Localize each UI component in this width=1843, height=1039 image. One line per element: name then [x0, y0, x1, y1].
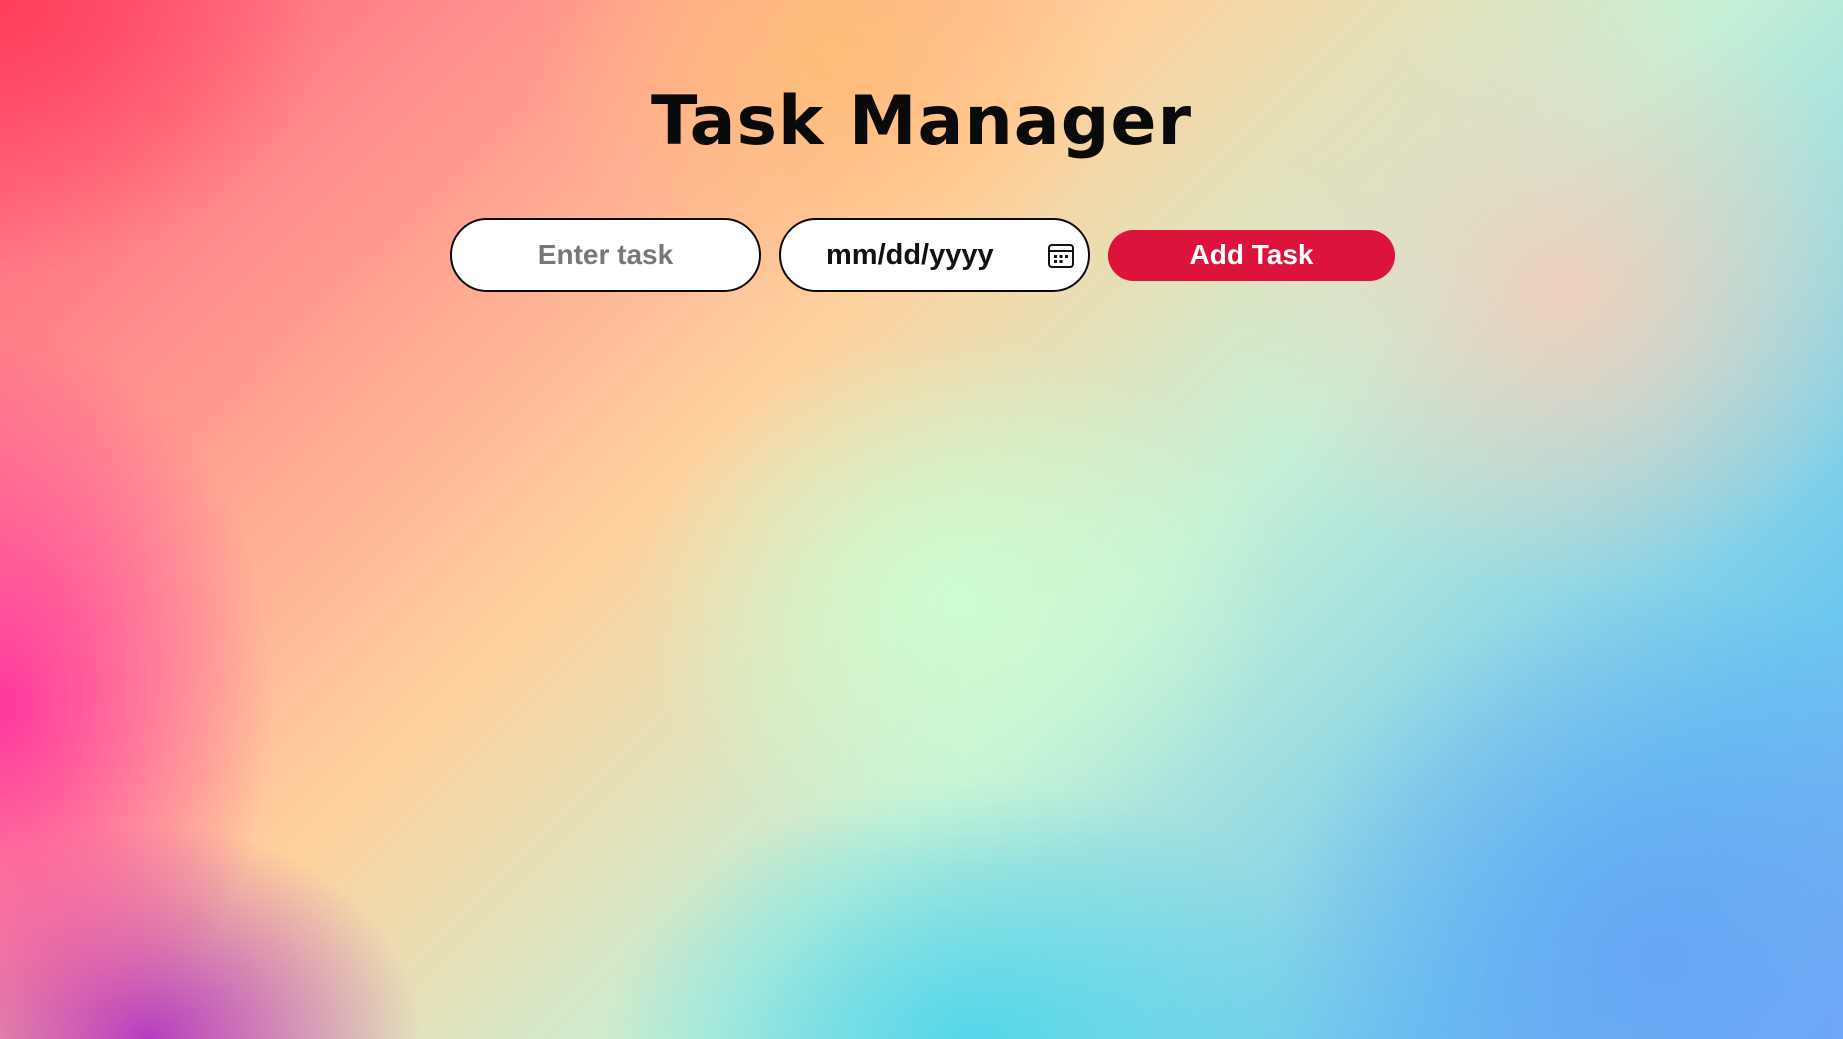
date-input[interactable]: mm/dd/yyyy [779, 218, 1090, 292]
task-input[interactable] [450, 218, 761, 292]
task-form: mm/dd/yyyy Add Task [450, 218, 1395, 292]
calendar-icon[interactable] [1047, 242, 1075, 270]
date-input-placeholder: mm/dd/yyyy [826, 239, 994, 271]
page-title: Task Manager [650, 82, 1193, 161]
add-task-button[interactable]: Add Task [1108, 229, 1395, 281]
